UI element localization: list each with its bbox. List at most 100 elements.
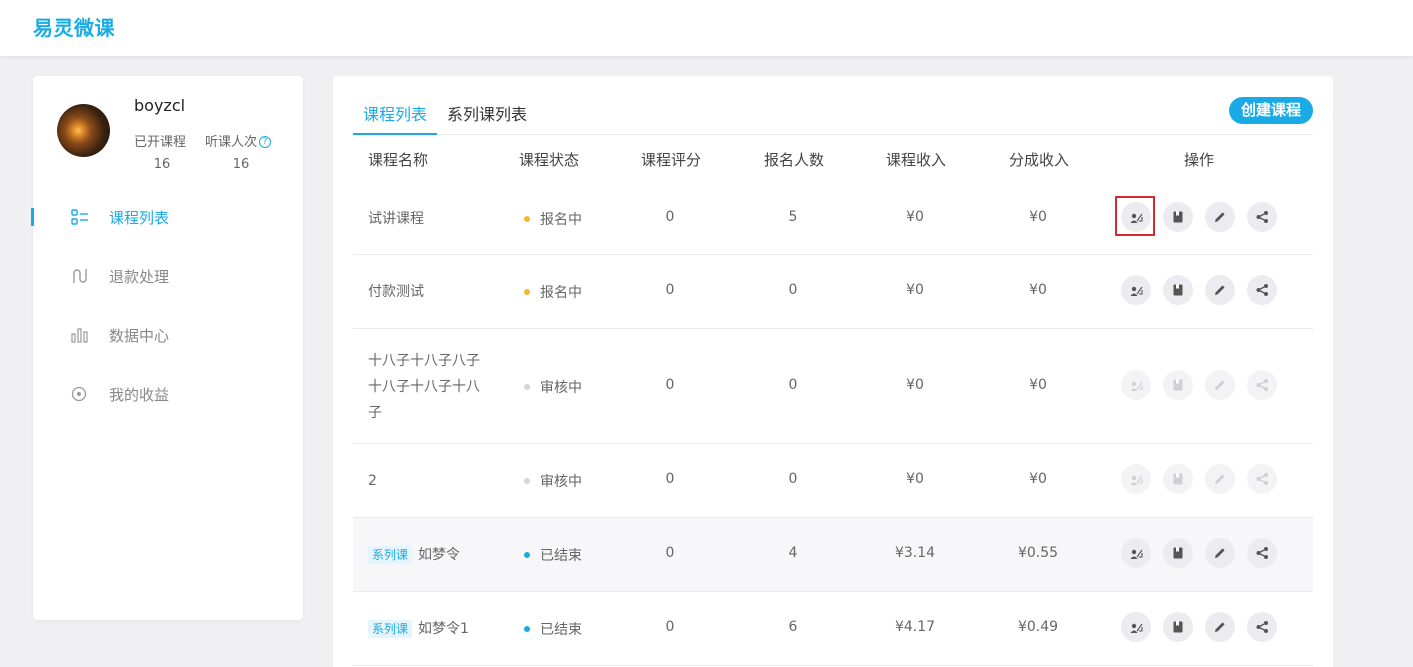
header-income: 课程收入 bbox=[886, 151, 947, 169]
share-income-cell: ¥0.49 bbox=[1017, 619, 1059, 635]
book-icon-button[interactable] bbox=[1163, 538, 1193, 568]
help-icon[interactable]: ? bbox=[259, 136, 272, 148]
teach-icon-button[interactable] bbox=[1121, 538, 1151, 568]
status-dot bbox=[524, 215, 530, 222]
enrolled-cell: 0 bbox=[788, 282, 798, 298]
edit-icon bbox=[1215, 379, 1225, 390]
status-label: 报名中 bbox=[540, 285, 582, 301]
edit-icon-button bbox=[1205, 464, 1235, 494]
header-status: 课程状态 bbox=[519, 151, 580, 169]
main-panel: 课程列表 系列课列表 创建课程 课程名称 课程状态 课程评分 报名人数 课程收入… bbox=[333, 76, 1333, 667]
course-name-cell[interactable]: 付款测试 bbox=[368, 279, 490, 305]
course-name-cell[interactable]: 2 bbox=[368, 468, 490, 494]
share-income-cell: ¥0 bbox=[1029, 376, 1047, 393]
enrolled-cell: 5 bbox=[788, 208, 798, 225]
row-actions bbox=[1115, 195, 1281, 236]
row-actions bbox=[1121, 464, 1281, 494]
book-icon bbox=[1173, 379, 1183, 390]
highlight-box bbox=[1115, 195, 1155, 236]
sidebar-item-label: 数据中心 bbox=[109, 327, 170, 345]
share-income-cell: ¥0 bbox=[1029, 208, 1047, 225]
sidebar-item-earnings[interactable]: 我的收益 bbox=[33, 374, 303, 414]
teach-icon bbox=[1130, 623, 1143, 633]
course-name-cell[interactable]: 系列课 如梦令1 bbox=[368, 616, 490, 642]
tab-series-list[interactable]: 系列课列表 bbox=[447, 101, 527, 125]
sidebar-item-label: 退款处理 bbox=[109, 268, 170, 286]
status-dot bbox=[524, 626, 530, 632]
table-row: 付款测试 报名中 0 0 ¥0 ¥0 bbox=[353, 255, 1313, 329]
course-name: 试讲课程 bbox=[368, 210, 424, 227]
share-icon bbox=[1256, 210, 1268, 223]
course-name: 如梦令1 bbox=[418, 621, 469, 637]
edit-icon bbox=[1215, 211, 1225, 222]
create-course-button[interactable]: 创建课程 bbox=[1229, 97, 1313, 124]
rating-cell: 0 bbox=[665, 376, 675, 393]
book-icon-button[interactable] bbox=[1163, 275, 1193, 305]
header-course-name: 课程名称 bbox=[368, 151, 429, 169]
status-badge: 报名中 bbox=[524, 282, 582, 302]
status-label: 审核中 bbox=[540, 379, 582, 396]
edit-icon-button[interactable] bbox=[1205, 275, 1235, 305]
row-actions bbox=[1121, 369, 1281, 400]
share-icon bbox=[1256, 547, 1268, 559]
course-name-cell[interactable]: 系列课 如梦令 bbox=[368, 542, 490, 568]
status-badge: 报名中 bbox=[524, 209, 582, 229]
share-income-cell: ¥0.55 bbox=[1017, 545, 1059, 561]
table-row: 试讲课程 报名中 0 5 ¥0 ¥0 bbox=[353, 182, 1313, 255]
row-actions bbox=[1121, 612, 1281, 642]
share-icon-button[interactable] bbox=[1247, 538, 1277, 568]
brand-logo[interactable]: 易灵微课 bbox=[33, 12, 115, 41]
edit-icon bbox=[1215, 548, 1225, 558]
teach-icon-button[interactable] bbox=[1115, 195, 1155, 236]
avatar[interactable] bbox=[57, 104, 110, 157]
username: boyzcl bbox=[134, 96, 186, 115]
teach-icon-button[interactable] bbox=[1121, 275, 1151, 305]
share-icon bbox=[1256, 621, 1268, 633]
status-badge: 审核中 bbox=[524, 471, 582, 491]
share-icon-button[interactable] bbox=[1247, 201, 1277, 232]
series-tag: 系列课 bbox=[368, 620, 413, 638]
book-icon-button bbox=[1163, 464, 1193, 494]
course-name: 付款测试 bbox=[368, 284, 424, 300]
courses-opened-label: 已开课程 bbox=[134, 135, 187, 150]
table-row: 十八子十八子八子十八子十八子十八子 审核中 0 0 ¥0 ¥0 bbox=[353, 329, 1313, 444]
status-badge: 已结束 bbox=[524, 619, 582, 639]
income-cell: ¥3.14 bbox=[894, 545, 936, 561]
edit-icon-button bbox=[1205, 369, 1235, 400]
status-label: 已结束 bbox=[540, 548, 582, 564]
teach-icon-button bbox=[1121, 464, 1151, 494]
share-icon-button[interactable] bbox=[1247, 612, 1277, 642]
edit-icon-button[interactable] bbox=[1205, 538, 1235, 568]
series-tag: 系列课 bbox=[368, 546, 413, 564]
listen-count-value: 16 bbox=[232, 157, 250, 172]
teach-icon-button[interactable] bbox=[1121, 612, 1151, 642]
bar-chart-icon bbox=[71, 328, 88, 343]
sidebar-item-course-list[interactable]: 课程列表 bbox=[31, 197, 303, 237]
status-badge: 审核中 bbox=[524, 377, 582, 397]
tab-course-list[interactable]: 课程列表 bbox=[363, 101, 427, 125]
enrolled-cell: 6 bbox=[788, 619, 798, 635]
edit-icon-button[interactable] bbox=[1205, 612, 1235, 642]
share-icon-button[interactable] bbox=[1247, 275, 1277, 305]
book-icon bbox=[1173, 211, 1183, 222]
income-cell: ¥4.17 bbox=[894, 619, 936, 635]
tab-active-underline bbox=[353, 133, 437, 135]
tab-bar: 课程列表 系列课列表 bbox=[353, 96, 1313, 135]
sidebar-item-refund[interactable]: 退款处理 bbox=[33, 256, 303, 296]
income-cell: ¥0 bbox=[906, 471, 924, 487]
book-icon-button[interactable] bbox=[1163, 612, 1193, 642]
row-actions bbox=[1121, 275, 1281, 305]
refund-icon bbox=[73, 269, 87, 283]
book-icon-button[interactable] bbox=[1163, 201, 1193, 232]
share-icon-button bbox=[1247, 464, 1277, 494]
income-cell: ¥0 bbox=[906, 208, 924, 225]
edit-icon bbox=[1215, 474, 1225, 484]
sidebar-item-data-center[interactable]: 数据中心 bbox=[33, 315, 303, 355]
course-name-cell[interactable]: 十八子十八子八子十八子十八子十八子 bbox=[368, 348, 490, 426]
enrolled-cell: 0 bbox=[788, 376, 798, 393]
edit-icon-button[interactable] bbox=[1205, 201, 1235, 232]
header-rating: 课程评分 bbox=[641, 151, 702, 169]
status-dot bbox=[524, 552, 530, 558]
course-name-cell[interactable]: 试讲课程 bbox=[368, 206, 490, 232]
income-cell: ¥0 bbox=[906, 376, 924, 393]
